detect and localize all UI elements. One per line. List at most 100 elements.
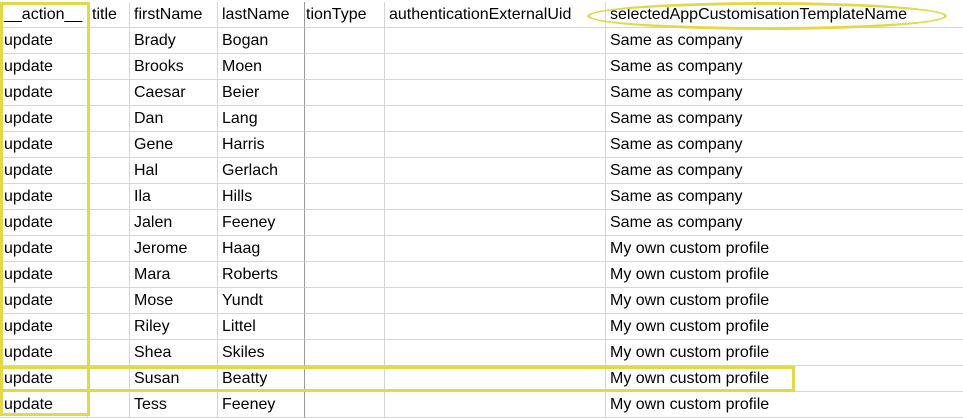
cell-firstname[interactable]: Caesar (130, 80, 218, 106)
cell-template-name[interactable]: Same as company (606, 210, 963, 236)
header-cell-authentication-external-uid[interactable]: authenticationExternalUid (385, 2, 606, 28)
cell-authentication-type[interactable] (305, 236, 385, 262)
cell-authentication-external-uid[interactable] (385, 106, 606, 132)
cell-firstname[interactable]: Riley (130, 314, 218, 340)
cell-authentication-type[interactable] (305, 132, 385, 158)
cell-action[interactable]: update (0, 392, 88, 418)
cell-template-name[interactable]: Same as company (606, 132, 963, 158)
cell-authentication-type[interactable] (305, 158, 385, 184)
cell-firstname[interactable]: Tess (130, 392, 218, 418)
cell-authentication-external-uid[interactable] (385, 210, 606, 236)
cell-authentication-type[interactable] (305, 314, 385, 340)
cell-title[interactable] (88, 236, 130, 262)
cell-lastname[interactable]: Feeney (218, 210, 305, 236)
cell-authentication-external-uid[interactable] (385, 392, 606, 418)
cell-template-name[interactable]: Same as company (606, 54, 963, 80)
header-cell-firstname[interactable]: firstName (130, 2, 218, 28)
cell-template-name[interactable]: My own custom profile (606, 314, 963, 340)
cell-title[interactable] (88, 262, 130, 288)
cell-template-name[interactable]: Same as company (606, 106, 963, 132)
cell-lastname[interactable]: Bogan (218, 28, 305, 54)
cell-title[interactable] (88, 392, 130, 418)
cell-authentication-external-uid[interactable] (385, 314, 606, 340)
cell-authentication-type[interactable] (305, 262, 385, 288)
cell-lastname[interactable]: Roberts (218, 262, 305, 288)
cell-firstname[interactable]: Brooks (130, 54, 218, 80)
cell-title[interactable] (88, 288, 130, 314)
cell-authentication-external-uid[interactable] (385, 288, 606, 314)
cell-lastname[interactable]: Lang (218, 106, 305, 132)
cell-firstname[interactable]: Mara (130, 262, 218, 288)
cell-template-name[interactable]: Same as company (606, 28, 963, 54)
cell-authentication-type[interactable] (305, 54, 385, 80)
cell-authentication-type[interactable] (305, 340, 385, 366)
cell-lastname[interactable]: Littel (218, 314, 305, 340)
cell-firstname[interactable]: Brady (130, 28, 218, 54)
cell-title[interactable] (88, 314, 130, 340)
cell-action[interactable]: update (0, 158, 88, 184)
cell-authentication-external-uid[interactable] (385, 340, 606, 366)
cell-authentication-external-uid[interactable] (385, 158, 606, 184)
cell-template-name[interactable]: Same as company (606, 80, 963, 106)
cell-authentication-external-uid[interactable] (385, 262, 606, 288)
cell-action[interactable]: update (0, 80, 88, 106)
cell-template-name[interactable]: My own custom profile (606, 340, 963, 366)
cell-authentication-external-uid[interactable] (385, 184, 606, 210)
cell-title[interactable] (88, 210, 130, 236)
cell-firstname[interactable]: Susan (130, 366, 218, 392)
cell-action[interactable]: update (0, 54, 88, 80)
cell-lastname[interactable]: Moen (218, 54, 305, 80)
cell-template-name[interactable]: My own custom profile (606, 392, 963, 418)
cell-title[interactable] (88, 366, 130, 392)
cell-lastname[interactable]: Harris (218, 132, 305, 158)
cell-template-name[interactable]: My own custom profile (606, 262, 963, 288)
cell-action[interactable]: update (0, 184, 88, 210)
cell-firstname[interactable]: Jerome (130, 236, 218, 262)
cell-firstname[interactable]: Mose (130, 288, 218, 314)
header-cell-action[interactable]: __action__ (0, 2, 88, 28)
cell-lastname[interactable]: Haag (218, 236, 305, 262)
cell-authentication-type[interactable] (305, 366, 385, 392)
cell-action[interactable]: update (0, 262, 88, 288)
cell-authentication-external-uid[interactable] (385, 80, 606, 106)
cell-firstname[interactable]: Jalen (130, 210, 218, 236)
cell-firstname[interactable]: Shea (130, 340, 218, 366)
cell-lastname[interactable]: Skiles (218, 340, 305, 366)
cell-title[interactable] (88, 54, 130, 80)
cell-template-name[interactable]: Same as company (606, 184, 963, 210)
cell-title[interactable] (88, 106, 130, 132)
cell-lastname[interactable]: Hills (218, 184, 305, 210)
cell-authentication-type[interactable] (305, 210, 385, 236)
cell-action[interactable]: update (0, 106, 88, 132)
cell-action[interactable]: update (0, 132, 88, 158)
cell-title[interactable] (88, 340, 130, 366)
cell-firstname[interactable]: Dan (130, 106, 218, 132)
cell-lastname[interactable]: Feeney (218, 392, 305, 418)
cell-authentication-external-uid[interactable] (385, 54, 606, 80)
cell-authentication-external-uid[interactable] (385, 236, 606, 262)
cell-firstname[interactable]: Gene (130, 132, 218, 158)
cell-template-name[interactable]: My own custom profile (606, 366, 963, 392)
cell-template-name[interactable]: My own custom profile (606, 288, 963, 314)
cell-authentication-type[interactable] (305, 288, 385, 314)
cell-title[interactable] (88, 28, 130, 54)
cell-action[interactable]: update (0, 236, 88, 262)
cell-authentication-type[interactable] (305, 106, 385, 132)
cell-lastname[interactable]: Gerlach (218, 158, 305, 184)
cell-authentication-type[interactable] (305, 184, 385, 210)
cell-authentication-external-uid[interactable] (385, 366, 606, 392)
cell-lastname[interactable]: Beier (218, 80, 305, 106)
cell-authentication-type[interactable] (305, 80, 385, 106)
cell-title[interactable] (88, 132, 130, 158)
header-cell-authentication-type[interactable]: tionType (305, 2, 385, 28)
cell-authentication-external-uid[interactable] (385, 132, 606, 158)
cell-firstname[interactable]: Hal (130, 158, 218, 184)
cell-lastname[interactable]: Beatty (218, 366, 305, 392)
cell-title[interactable] (88, 184, 130, 210)
cell-action[interactable]: update (0, 210, 88, 236)
cell-template-name[interactable]: My own custom profile (606, 236, 963, 262)
cell-template-name[interactable]: Same as company (606, 158, 963, 184)
cell-firstname[interactable]: Ila (130, 184, 218, 210)
cell-title[interactable] (88, 158, 130, 184)
cell-action[interactable]: update (0, 28, 88, 54)
